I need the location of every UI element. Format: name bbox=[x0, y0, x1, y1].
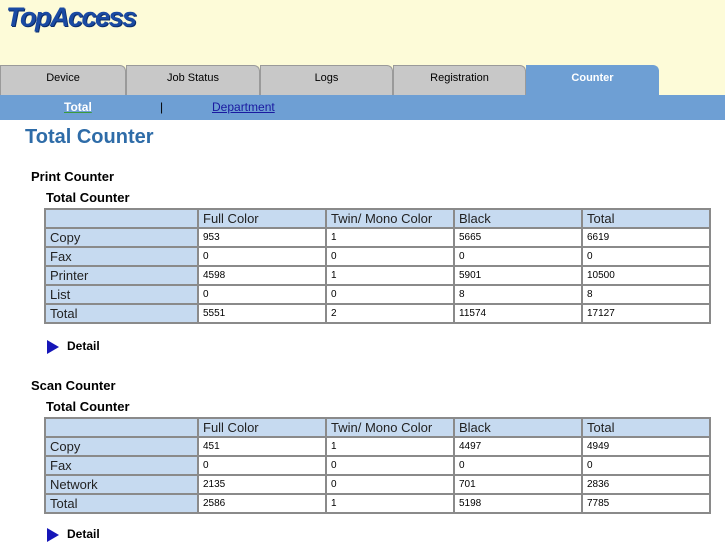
table-cell: 8 bbox=[581, 284, 711, 305]
scan-counter-table: Full Color Twin/ Mono Color Black Total … bbox=[44, 417, 711, 514]
table-row: Total 5551 2 11574 17127 bbox=[44, 303, 711, 324]
table-row: Printer 4598 1 5901 10500 bbox=[44, 265, 711, 286]
table-cell: 5198 bbox=[453, 493, 583, 514]
table-cell: 2 bbox=[325, 303, 455, 324]
column-header: Black bbox=[453, 417, 583, 438]
table-cell: 0 bbox=[325, 474, 455, 495]
tab-logs[interactable]: Logs bbox=[260, 65, 393, 95]
column-header: Full Color bbox=[197, 417, 327, 438]
table-cell: 11574 bbox=[453, 303, 583, 324]
table-cell: 5551 bbox=[197, 303, 327, 324]
table-row: Copy 953 1 5665 6619 bbox=[44, 227, 711, 248]
column-header: Twin/ Mono Color bbox=[325, 208, 455, 229]
table-cell: 4949 bbox=[581, 436, 711, 457]
row-label: Total bbox=[44, 493, 199, 514]
row-label: Fax bbox=[44, 246, 199, 267]
row-label: Fax bbox=[44, 455, 199, 476]
table-row: Network 2135 0 701 2836 bbox=[44, 474, 711, 495]
scan-counter-heading: Scan Counter bbox=[31, 378, 116, 393]
row-label: Printer bbox=[44, 265, 199, 286]
table-cell: 0 bbox=[197, 455, 327, 476]
table-cell: 0 bbox=[581, 246, 711, 267]
top-banner: TopAccess Device Job Status Logs Registr… bbox=[0, 0, 725, 95]
table-row: Fax 0 0 0 0 bbox=[44, 455, 711, 476]
table-cell: 0 bbox=[581, 455, 711, 476]
print-detail-link[interactable]: Detail bbox=[47, 339, 100, 354]
tab-device[interactable]: Device bbox=[0, 65, 126, 95]
row-label: Network bbox=[44, 474, 199, 495]
row-label: Copy bbox=[44, 227, 199, 248]
table-row: List 0 0 8 8 bbox=[44, 284, 711, 305]
table-cell: 5665 bbox=[453, 227, 583, 248]
table-cell: 953 bbox=[197, 227, 327, 248]
table-cell: 2586 bbox=[197, 493, 327, 514]
play-arrow-icon bbox=[47, 527, 59, 542]
play-arrow-icon bbox=[47, 339, 59, 354]
column-header: Black bbox=[453, 208, 583, 229]
subnav-total-link[interactable]: Total bbox=[64, 100, 92, 114]
table-cell: 4598 bbox=[197, 265, 327, 286]
main-tabs: Device Job Status Logs Registration Coun… bbox=[0, 65, 725, 95]
column-header: Total bbox=[581, 208, 711, 229]
subnav-department-link[interactable]: Department bbox=[212, 100, 275, 114]
detail-label: Detail bbox=[67, 339, 100, 353]
column-header: Total bbox=[581, 417, 711, 438]
subnav-separator: | bbox=[160, 100, 164, 114]
sub-navigation: Total | Department bbox=[0, 95, 725, 120]
table-header-row: Full Color Twin/ Mono Color Black Total bbox=[44, 208, 711, 229]
page-title: Total Counter bbox=[25, 126, 154, 148]
tab-counter[interactable]: Counter bbox=[526, 65, 659, 95]
table-cell: 1 bbox=[325, 227, 455, 248]
table-cell: 6619 bbox=[581, 227, 711, 248]
column-header: Twin/ Mono Color bbox=[325, 417, 455, 438]
table-cell: 701 bbox=[453, 474, 583, 495]
corner-cell bbox=[44, 208, 199, 229]
table-cell: 2135 bbox=[197, 474, 327, 495]
table-cell: 5901 bbox=[453, 265, 583, 286]
table-cell: 0 bbox=[197, 246, 327, 267]
table-cell: 4497 bbox=[453, 436, 583, 457]
column-header: Full Color bbox=[197, 208, 327, 229]
print-total-counter-heading: Total Counter bbox=[46, 190, 130, 205]
table-cell: 7785 bbox=[581, 493, 711, 514]
table-cell: 0 bbox=[325, 455, 455, 476]
table-cell: 0 bbox=[453, 246, 583, 267]
table-cell: 1 bbox=[325, 436, 455, 457]
scan-total-counter-heading: Total Counter bbox=[46, 399, 130, 414]
table-cell: 0 bbox=[197, 284, 327, 305]
print-counter-heading: Print Counter bbox=[31, 169, 115, 184]
table-cell: 1 bbox=[325, 493, 455, 514]
tab-job-status[interactable]: Job Status bbox=[126, 65, 260, 95]
table-cell: 2836 bbox=[581, 474, 711, 495]
row-label: List bbox=[44, 284, 199, 305]
table-cell: 1 bbox=[325, 265, 455, 286]
topaccess-logo: TopAccess bbox=[6, 2, 137, 32]
corner-cell bbox=[44, 417, 199, 438]
tab-registration[interactable]: Registration bbox=[393, 65, 526, 95]
print-counter-table: Full Color Twin/ Mono Color Black Total … bbox=[44, 208, 711, 324]
table-cell: 0 bbox=[325, 246, 455, 267]
table-cell: 0 bbox=[453, 455, 583, 476]
table-cell: 17127 bbox=[581, 303, 711, 324]
table-row: Fax 0 0 0 0 bbox=[44, 246, 711, 267]
table-cell: 0 bbox=[325, 284, 455, 305]
table-row: Total 2586 1 5198 7785 bbox=[44, 493, 711, 514]
table-cell: 8 bbox=[453, 284, 583, 305]
table-row: Copy 451 1 4497 4949 bbox=[44, 436, 711, 457]
row-label: Copy bbox=[44, 436, 199, 457]
table-cell: 451 bbox=[197, 436, 327, 457]
detail-label: Detail bbox=[67, 527, 100, 541]
table-cell: 10500 bbox=[581, 265, 711, 286]
scan-detail-link[interactable]: Detail bbox=[47, 527, 100, 542]
row-label: Total bbox=[44, 303, 199, 324]
table-header-row: Full Color Twin/ Mono Color Black Total bbox=[44, 417, 711, 438]
